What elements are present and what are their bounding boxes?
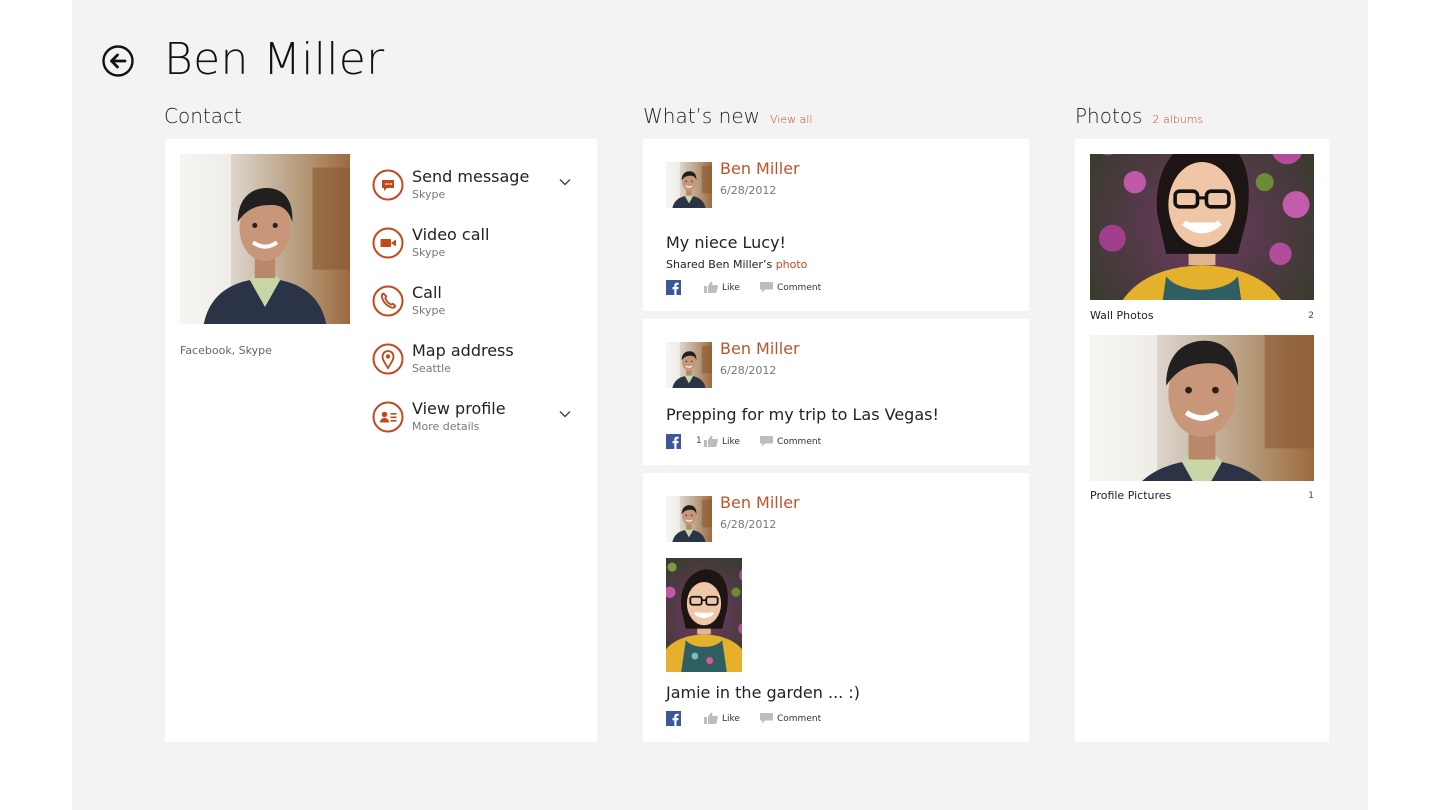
video-icon [372,227,404,259]
view-profile-sub: More details [412,420,480,433]
post-shared-link[interactable]: photo [776,258,808,271]
avatar-image [666,342,712,388]
facebook-icon [666,711,681,726]
album-name: Wall Photos [1090,309,1154,322]
album-name: Profile Pictures [1090,489,1172,502]
post-author[interactable]: Ben Miller [720,493,800,512]
like-label: Like [722,283,740,293]
video-call-button[interactable]: Video call Skype [372,225,582,271]
comment-label: Comment [777,437,822,447]
comment-icon [760,713,773,724]
contact-photo-image [180,154,350,324]
chevron-down-icon[interactable] [558,175,572,189]
map-address-sub: Seattle [412,362,451,375]
post-photo-image [666,558,742,672]
post-author[interactable]: Ben Miller [720,339,800,358]
comment-icon [760,436,773,447]
album-cover-image [1090,154,1314,300]
post-text: Jamie in the garden ... :) [666,683,860,702]
view-all-link[interactable]: View all [770,113,812,126]
feed-post: Ben Miller 6/28/2012 Prepping for my tri… [643,319,1029,465]
comment-button[interactable]: Comment [760,281,821,293]
albums-link[interactable]: 2 albums [1152,113,1203,126]
chevron-down-icon[interactable] [558,407,572,421]
whats-new-heading: What’s new View all [643,104,812,128]
photos-heading: Photos 2 albums [1075,104,1203,128]
call-sub: Skype [412,304,446,317]
post-text: Prepping for my trip to Las Vegas! [666,405,939,424]
like-count: 1 [696,436,702,446]
post-shared-line: Shared Ben Miller’s photo [666,258,807,271]
avatar[interactable] [666,496,712,542]
album-wall-photos[interactable] [1090,154,1314,300]
message-icon [372,169,404,201]
comment-icon [760,282,773,293]
post-author[interactable]: Ben Miller [720,159,800,178]
avatar-image [666,496,712,542]
map-address-label: Map address [412,341,514,360]
view-profile-label: View profile [412,399,506,418]
avatar[interactable] [666,162,712,208]
contact-photo[interactable] [180,154,350,324]
like-button[interactable]: Like [704,281,740,293]
contact-heading: Contact [164,104,242,128]
avatar-image [666,162,712,208]
profile-icon [372,401,404,433]
contact-heading-label: Contact [164,104,242,128]
send-message-sub: Skype [412,188,446,201]
post-date: 6/28/2012 [720,518,777,531]
map-pin-icon [372,343,404,375]
contact-sources: Facebook, Skype [180,344,272,357]
post-photo[interactable] [666,558,742,672]
feed-post: Ben Miller 6/28/2012 My niece Lucy! Shar… [643,139,1029,311]
like-label: Like [722,437,740,447]
like-button[interactable]: Like [704,435,740,447]
album-profile-pictures[interactable] [1090,335,1314,481]
page-title: Ben Miller [164,34,385,85]
feed-post: Ben Miller 6/28/2012 Jamie in the garden… [643,473,1029,742]
comment-label: Comment [777,283,822,293]
thumbs-up-icon [704,712,718,724]
like-button[interactable]: Like [704,712,740,724]
whats-new-heading-label: What’s new [643,104,761,128]
map-address-button[interactable]: Map address Seattle [372,341,582,387]
avatar[interactable] [666,342,712,388]
facebook-icon [666,434,681,449]
photos-heading-label: Photos [1075,104,1143,128]
album-cover-image [1090,335,1314,481]
album-count: 2 [1308,311,1314,321]
view-profile-button[interactable]: View profile More details [372,399,582,445]
phone-icon [372,285,404,317]
comment-button[interactable]: Comment [760,435,821,447]
album-count: 1 [1308,491,1314,501]
like-label: Like [722,714,740,724]
post-text: My niece Lucy! [666,233,786,252]
thumbs-up-icon [704,281,718,293]
comment-label: Comment [777,714,822,724]
post-date: 6/28/2012 [720,184,777,197]
send-message-button[interactable]: Send message Skype [372,167,582,213]
post-shared-prefix: Shared Ben Miller’s [666,258,773,271]
call-label: Call [412,283,442,302]
comment-button[interactable]: Comment [760,712,821,724]
post-date: 6/28/2012 [720,364,777,377]
back-arrow-icon[interactable] [102,45,134,77]
thumbs-up-icon [704,435,718,447]
facebook-icon [666,280,681,295]
video-call-label: Video call [412,225,490,244]
video-call-sub: Skype [412,246,446,259]
send-message-label: Send message [412,167,530,186]
call-button[interactable]: Call Skype [372,283,582,329]
